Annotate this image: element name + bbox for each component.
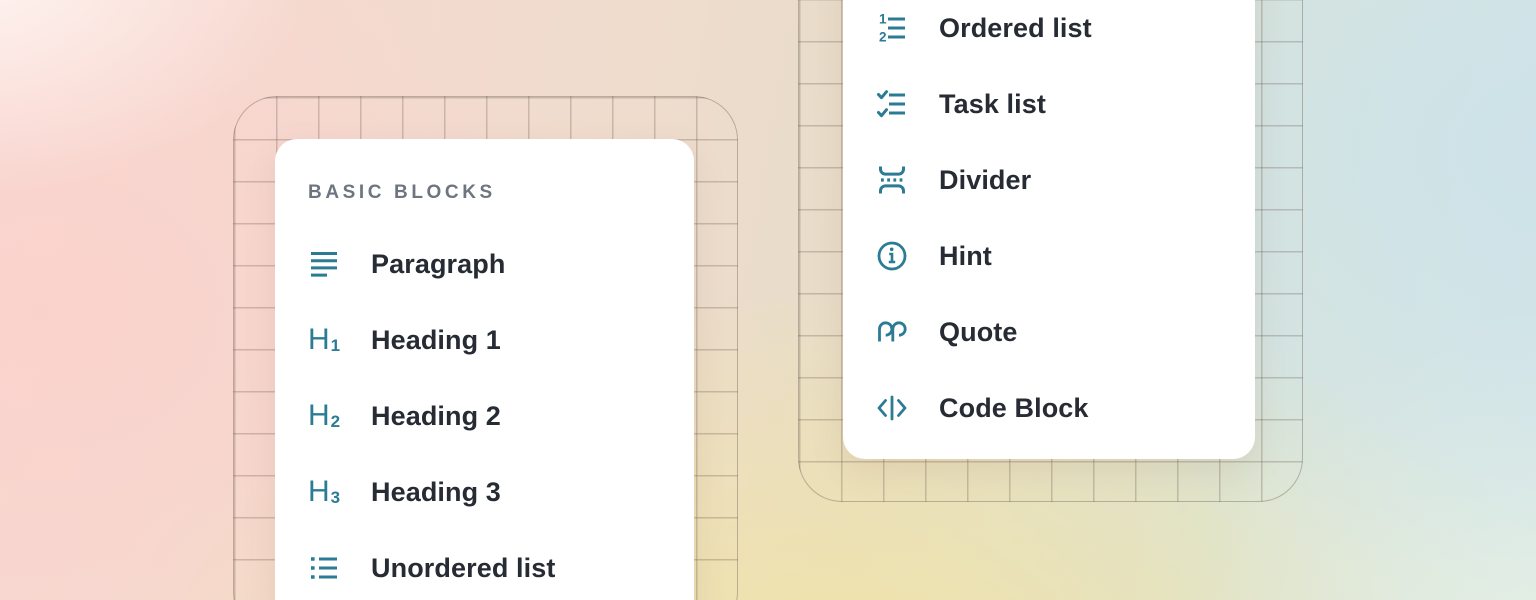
menu-item-heading-2[interactable]: H2 Heading 2 — [308, 396, 678, 436]
menu-item-label: Ordered list — [939, 13, 1092, 44]
menu-item-label: Heading 2 — [371, 401, 501, 432]
menu-item-divider[interactable]: Divider — [876, 160, 1239, 200]
menu-item-paragraph[interactable]: Paragraph — [308, 244, 678, 284]
svg-text:1: 1 — [879, 12, 887, 27]
heading-2-icon: H2 — [308, 399, 342, 433]
basic-blocks-menu: BASIC BLOCKS Paragraph H1 Heading 1 H2 H… — [275, 139, 694, 600]
more-blocks-menu: 1 2 Ordered list Task list — [843, 0, 1255, 459]
svg-text:2: 2 — [879, 30, 887, 44]
menu-item-ordered-list[interactable]: 1 2 Ordered list — [876, 8, 1239, 48]
menu-item-task-list[interactable]: Task list — [876, 84, 1239, 124]
heading-1-icon: H1 — [308, 323, 342, 357]
menu-item-unordered-list[interactable]: Unordered list — [308, 548, 678, 588]
heading-3-icon: H3 — [308, 475, 342, 509]
menu-item-label: Code Block — [939, 393, 1089, 424]
menu-item-hint[interactable]: Hint — [876, 236, 1239, 276]
menu-item-label: Hint — [939, 241, 992, 272]
menu-item-quote[interactable]: Quote — [876, 312, 1239, 352]
paragraph-icon — [308, 247, 342, 281]
unordered-list-icon — [308, 551, 342, 585]
menu-item-label: Heading 3 — [371, 477, 501, 508]
section-label: BASIC BLOCKS — [308, 181, 496, 205]
divider-icon — [876, 163, 910, 197]
menu-item-label: Paragraph — [371, 249, 505, 280]
menu-item-code-block[interactable]: Code Block — [876, 388, 1239, 428]
menu-item-label: Divider — [939, 165, 1031, 196]
promo-canvas: BASIC BLOCKS Paragraph H1 Heading 1 H2 H… — [0, 0, 1536, 600]
menu-item-label: Heading 1 — [371, 325, 501, 356]
menu-item-heading-1[interactable]: H1 Heading 1 — [308, 320, 678, 360]
menu-item-label: Task list — [939, 89, 1046, 120]
ordered-list-icon: 1 2 — [876, 11, 910, 45]
menu-item-label: Quote — [939, 317, 1018, 348]
quote-icon — [876, 315, 910, 349]
menu-item-heading-3[interactable]: H3 Heading 3 — [308, 472, 678, 512]
task-list-icon — [876, 87, 910, 121]
code-block-icon — [876, 391, 910, 425]
menu-item-label: Unordered list — [371, 553, 555, 584]
hint-icon — [876, 239, 910, 273]
